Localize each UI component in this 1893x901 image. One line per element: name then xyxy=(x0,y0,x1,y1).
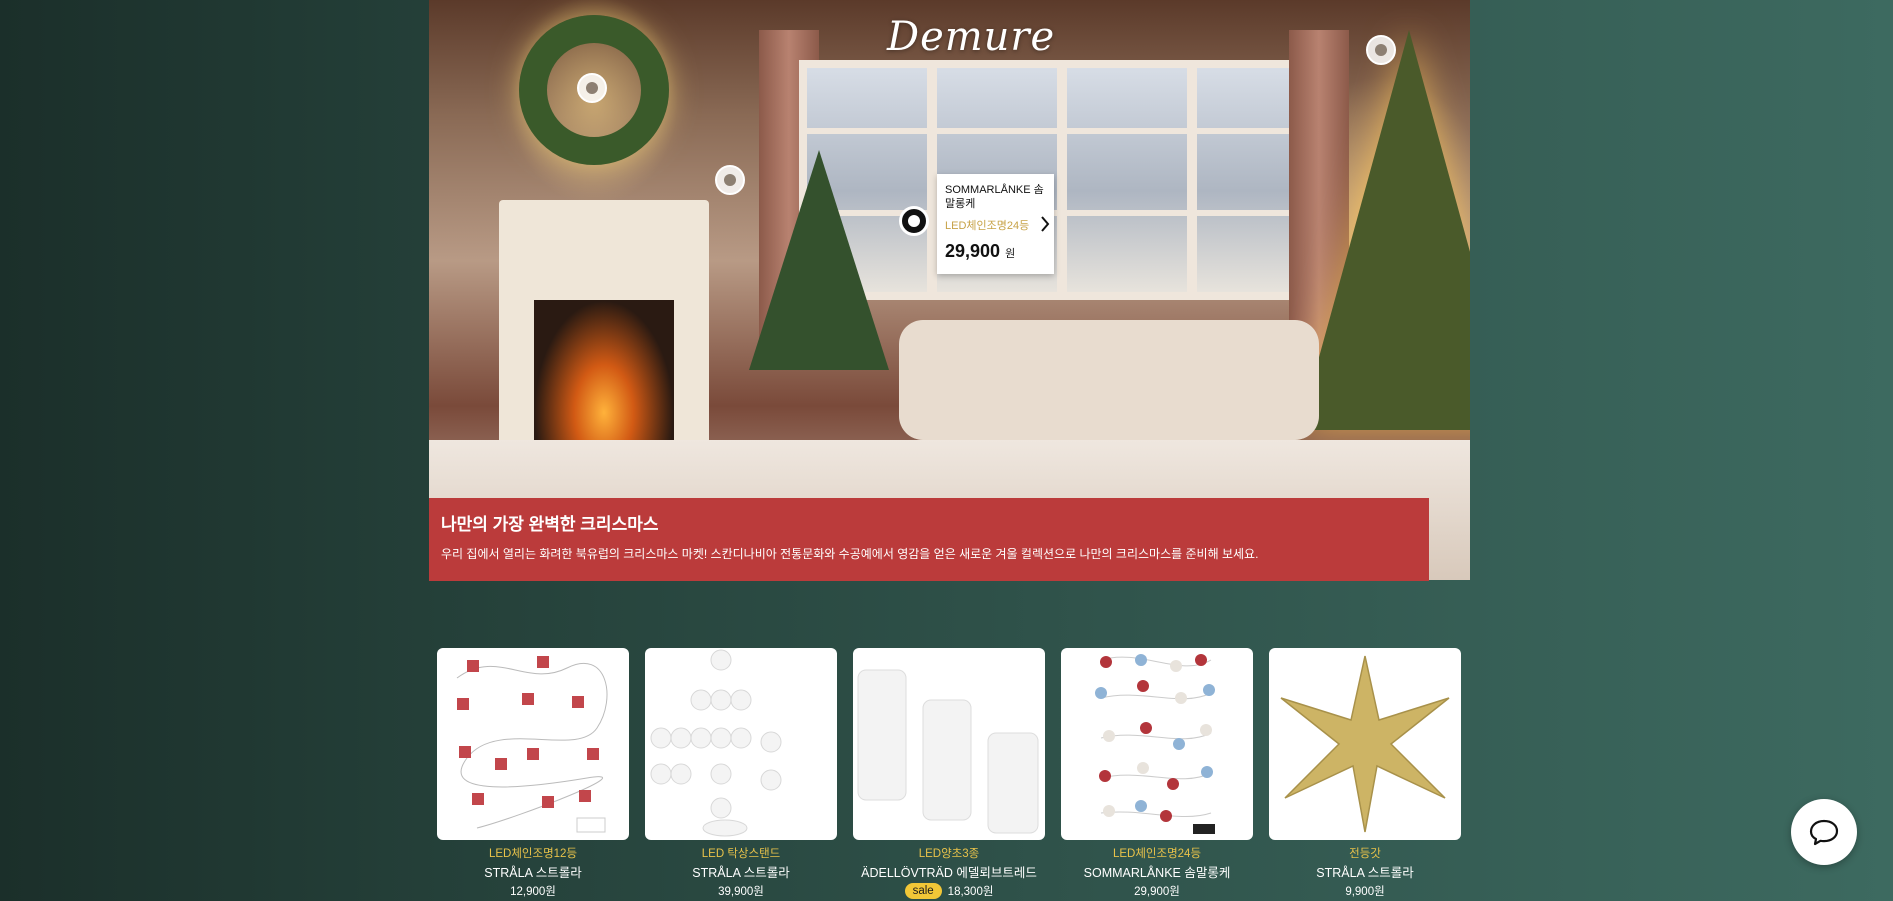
product-image-table-lamp[interactable] xyxy=(645,648,837,840)
product-name[interactable]: ÄDELLÖVTRÄD 에델뢰브트레드 xyxy=(853,862,1045,881)
popup-product-price: 29,900 원 xyxy=(945,241,1016,261)
product-category: 전등갓 xyxy=(1349,848,1381,860)
product-card[interactable]: LED양초3종 ÄDELLÖVTRÄD 에델뢰브트레드 sale 18,300원 xyxy=(853,648,1045,899)
hero-fire xyxy=(534,300,674,450)
product-image-star-lampshade[interactable] xyxy=(1269,648,1461,840)
chat-bubble-icon[interactable] xyxy=(1791,799,1857,865)
product-price: 39,900원 xyxy=(718,886,764,898)
banner-title: 나만의 가장 완벽한 크리스마스 xyxy=(441,515,659,534)
popup-product-category: LED체인조명24등 xyxy=(945,220,1030,232)
product-card[interactable]: LED체인조명12등 STRÅLA 스트롤라 12,900원 xyxy=(437,648,629,899)
product-name[interactable]: STRÅLA 스트롤라 xyxy=(437,862,629,881)
hero-sofa xyxy=(899,320,1319,440)
product-category: LED체인조명12등 xyxy=(488,848,578,860)
product-name[interactable]: STRÅLA 스트롤라 xyxy=(645,862,837,881)
product-category: LED체인조명24등 xyxy=(1112,848,1202,860)
hero-tree-large xyxy=(1299,30,1470,430)
product-category: LED 탁상스탠드 xyxy=(701,848,781,860)
banner-description: 우리 집에서 열리는 화려한 북유럽의 크리스마스 마켓! 스칸디나비아 전통문… xyxy=(441,547,1259,561)
product-card[interactable]: 전등갓 STRÅLA 스트롤라 9,900원 xyxy=(1269,648,1461,899)
product-price: 12,900원 xyxy=(510,886,556,898)
product-image-chain-lights-12[interactable] xyxy=(437,648,629,840)
product-image-led-candles[interactable] xyxy=(853,648,1045,840)
product-name[interactable]: STRÅLA 스트롤라 xyxy=(1269,862,1461,881)
popup-product-name: SOMMARLÅNKE 솜말롱케 xyxy=(945,184,1044,210)
product-category: LED양초3종 xyxy=(918,848,980,860)
product-card[interactable]: LED체인조명24등 SOMMARLÅNKE 솜말롱케 29,900원 xyxy=(1061,648,1253,899)
hero-tree-small xyxy=(749,150,889,370)
product-popup[interactable]: SOMMARLÅNKE 솜말롱케 LED체인조명24등 29,900 원 xyxy=(937,174,1054,274)
product-list: LED체인조명12등 STRÅLA 스트롤라 12,900원 LED 탁상스탠드… xyxy=(437,648,1461,899)
product-name[interactable]: SOMMARLÅNKE 솜말롱케 xyxy=(1061,862,1253,881)
product-price: 29,900원 xyxy=(1134,886,1180,898)
hotspot-tree-lights[interactable] xyxy=(899,206,929,236)
product-price: 18,300원 xyxy=(947,886,994,898)
hotspot-tree-star[interactable] xyxy=(1366,35,1396,65)
hotspot-mantel[interactable] xyxy=(715,165,745,195)
chevron-right-icon[interactable] xyxy=(1036,174,1054,274)
product-price: 9,900원 xyxy=(1345,886,1385,898)
product-image-chain-lights-24[interactable] xyxy=(1061,648,1253,840)
product-card[interactable]: LED 탁상스탠드 STRÅLA 스트롤라 39,900원 xyxy=(645,648,837,899)
hero-banner: 나만의 가장 완벽한 크리스마스 우리 집에서 열리는 화려한 북유럽의 크리스… xyxy=(429,498,1429,581)
sale-badge: sale xyxy=(904,883,942,899)
hero-image: Demure SOMMARLÅNKE 솜말롱케 LED체인조명24등 29,90… xyxy=(429,0,1470,580)
hotspot-wreath[interactable] xyxy=(577,73,607,103)
brand-logo[interactable]: Demure xyxy=(887,14,1054,60)
